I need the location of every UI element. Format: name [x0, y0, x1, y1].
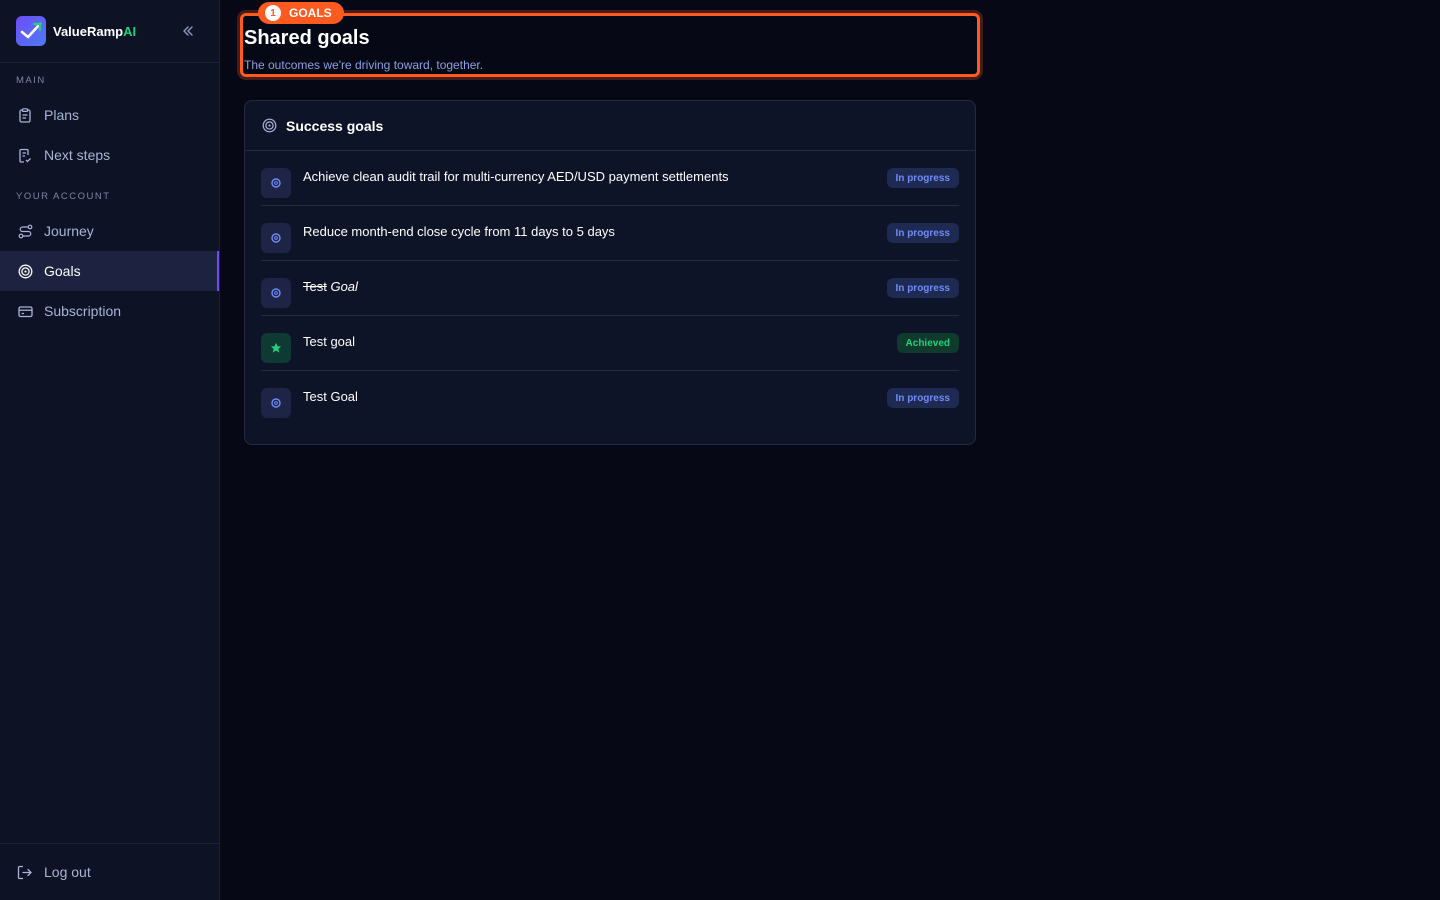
- status-badge: Achieved: [896, 333, 959, 353]
- collapse-sidebar-button[interactable]: [179, 22, 197, 40]
- sidebar: ValueRampAI MAIN Plans Next steps YOUR A…: [0, 0, 220, 900]
- sidebar-item-plans[interactable]: Plans: [0, 95, 219, 135]
- sidebar-item-label: Journey: [44, 223, 94, 239]
- goal-text: Test Goal: [303, 389, 358, 404]
- brand-logo-icon: [16, 16, 46, 46]
- status-badge: In progress: [886, 388, 959, 408]
- goal-text-strikethrough: Test: [303, 279, 327, 294]
- sidebar-item-journey[interactable]: Journey: [0, 211, 219, 251]
- brand: ValueRampAI: [0, 0, 219, 63]
- sidebar-item-goals[interactable]: Goals: [0, 251, 219, 291]
- goal-row[interactable]: Test goal Achieved: [261, 316, 959, 371]
- star-icon: [261, 333, 291, 363]
- goal-row[interactable]: Reduce month-end close cycle from 11 day…: [261, 206, 959, 261]
- card-title: Success goals: [286, 117, 384, 134]
- sidebar-item-next-steps[interactable]: Next steps: [0, 135, 219, 175]
- status-badge: In progress: [886, 278, 959, 298]
- brand-name-main: ValueRamp: [53, 23, 124, 39]
- status-badge: In progress: [886, 168, 959, 188]
- goal-text: Test Goal: [303, 279, 358, 294]
- chevrons-left-icon: [183, 26, 193, 36]
- brand-name-accent: AI: [123, 23, 137, 39]
- goal-target-icon: [261, 388, 291, 418]
- success-goals-card: Success goals Achieve clean audit trail …: [244, 100, 976, 445]
- goal-row[interactable]: Achieve clean audit trail for multi-curr…: [261, 151, 959, 206]
- goal-text-italic: Goal: [330, 279, 358, 294]
- sidebar-item-subscription[interactable]: Subscription: [0, 291, 219, 331]
- goal-text: Achieve clean audit trail for multi-curr…: [303, 169, 729, 184]
- goal-target-icon: [261, 223, 291, 253]
- checklist-icon: [17, 147, 33, 163]
- page-subtitle: The outcomes we're driving toward, toget…: [244, 58, 484, 72]
- route-icon: [17, 223, 33, 239]
- step-number: 1: [265, 5, 281, 21]
- sidebar-item-label: Goals: [44, 263, 81, 279]
- brand-name: ValueRampAI: [53, 24, 136, 39]
- clipboard-icon: [17, 107, 33, 123]
- section-label-main: MAIN: [16, 75, 46, 86]
- status-badge: In progress: [886, 223, 959, 243]
- target-icon: [17, 263, 33, 279]
- goal-row[interactable]: Test Goal In progress: [261, 261, 959, 316]
- goal-target-icon: [261, 168, 291, 198]
- goals-step-badge: 1 GOALS: [258, 2, 344, 24]
- credit-card-icon: [17, 303, 33, 319]
- logout-label: Log out: [44, 864, 91, 880]
- logout-icon: [17, 864, 33, 880]
- goal-row[interactable]: Test Goal In progress: [261, 371, 959, 426]
- page-title: Shared goals: [244, 27, 370, 49]
- goal-text: Test goal: [303, 334, 356, 349]
- goal-target-icon: [261, 278, 291, 308]
- card-header: Success goals: [245, 101, 975, 151]
- step-label: GOALS: [289, 6, 332, 20]
- logout-button[interactable]: Log out: [0, 843, 219, 900]
- section-label-account: YOUR ACCOUNT: [16, 191, 111, 202]
- target-icon: [262, 118, 277, 133]
- sidebar-item-label: Subscription: [44, 303, 122, 319]
- goal-text: Reduce month-end close cycle from 11 day…: [303, 224, 615, 239]
- sidebar-item-label: Plans: [44, 107, 80, 123]
- sidebar-item-label: Next steps: [44, 147, 111, 163]
